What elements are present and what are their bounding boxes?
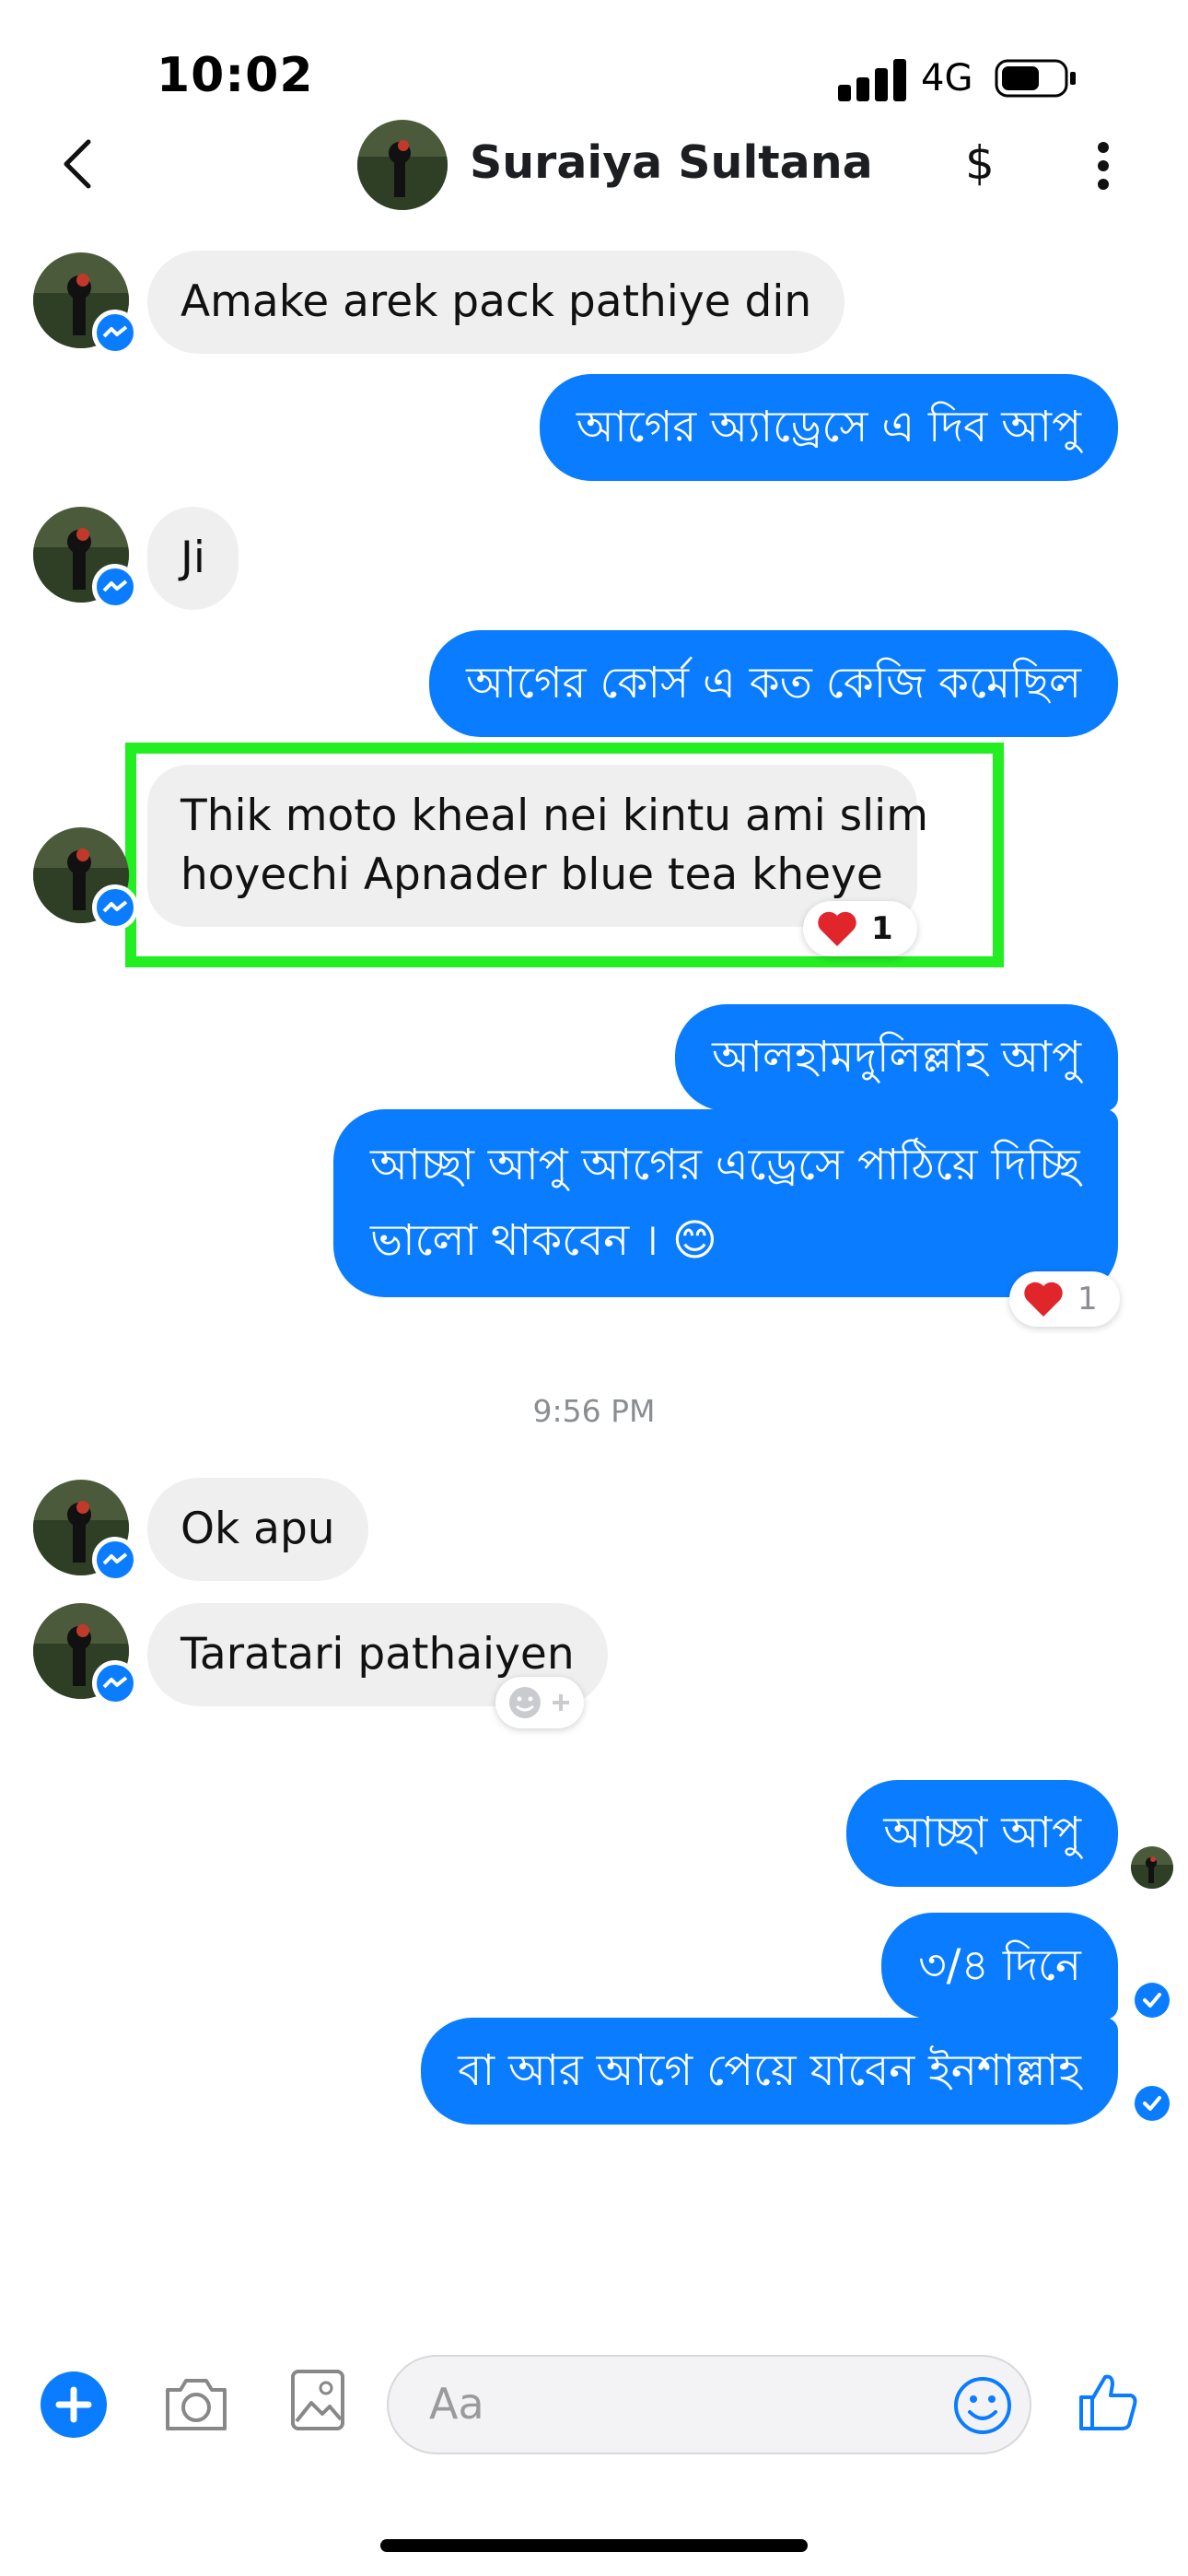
heart-icon: [818, 911, 856, 946]
dollar-icon[interactable]: $: [965, 136, 995, 190]
plus-button[interactable]: [41, 2371, 107, 2438]
message-line: hoyechi Apnader blue tea kheye: [181, 849, 883, 900]
message-bubble-incoming[interactable]: Thik moto kheal nei kintu ami slim hoyec…: [147, 765, 928, 927]
timestamp: 9:56 PM: [532, 1393, 656, 1429]
message-line: ভালো থাকবেন । 😊: [370, 1215, 717, 1266]
reaction-count: 1: [1077, 1281, 1098, 1317]
message-line: আচ্ছা আপু আগের এড্রেসে পাঠিয়ে দিচ্ছি: [370, 1140, 1080, 1190]
plus-icon: [55, 2386, 92, 2423]
add-reaction-button[interactable]: [495, 1677, 584, 1728]
message-bubble-incoming[interactable]: Amake arek pack pathiye din: [147, 251, 845, 354]
home-indicator: [380, 2539, 808, 2552]
message-bubble-outgoing[interactable]: ৩/৪ দিনে: [881, 1913, 1118, 2020]
reaction-pill[interactable]: 1: [803, 901, 917, 956]
contact-avatar[interactable]: [357, 120, 448, 210]
network-label: 4G: [921, 57, 973, 100]
message-bubble-outgoing[interactable]: আগের কোর্স এ কত কেজি কমেছিল: [429, 630, 1118, 737]
reaction-pill[interactable]: 1: [1009, 1271, 1120, 1327]
battery-icon: [995, 59, 1076, 98]
message-bubble-outgoing[interactable]: আলহামদুলিল্লাহ আপু: [675, 1004, 1118, 1111]
message-input-placeholder: Aa: [429, 2379, 484, 2429]
message-input[interactable]: Aa: [387, 2355, 1031, 2454]
messenger-badge-icon: [92, 310, 138, 356]
messenger-badge-icon: [92, 1537, 138, 1583]
messenger-badge-icon: [92, 564, 138, 610]
heart-icon: [1024, 1282, 1063, 1317]
messenger-badge-icon: [92, 1660, 138, 1706]
gallery-icon[interactable]: [289, 2368, 346, 2432]
reaction-count: 1: [871, 910, 893, 947]
signal-icon: [838, 59, 906, 101]
message-bubble-outgoing[interactable]: বা আর আগে পেয়ে যাবেন ইনশাল্লাহ: [421, 2018, 1118, 2125]
emoji-icon[interactable]: [952, 2375, 1013, 2436]
message-line: Thik moto kheal nei kintu ami slim: [181, 790, 928, 841]
camera-icon[interactable]: [162, 2373, 230, 2434]
message-bubble-outgoing[interactable]: আচ্ছা আপু আগের এড্রেসে পাঠিয়ে দিচ্ছি ভা…: [333, 1109, 1118, 1297]
status-time: 10:02: [157, 48, 314, 103]
add-reaction-icon: [509, 1687, 569, 1718]
check-icon: [1135, 2086, 1170, 2121]
message-bubble-outgoing[interactable]: আগের অ্যাড্রেসে এ দিব আপু: [539, 374, 1118, 481]
read-receipt-avatar: [1131, 1846, 1173, 1889]
message-bubble-incoming[interactable]: Ji: [147, 507, 239, 610]
message-bubble-outgoing[interactable]: আচ্ছা আপু: [846, 1780, 1118, 1887]
more-vertical-icon[interactable]: [1092, 140, 1114, 192]
check-icon: [1135, 1983, 1170, 2018]
back-chevron-icon[interactable]: [55, 136, 101, 192]
thumbs-up-icon[interactable]: [1076, 2370, 1140, 2434]
contact-name[interactable]: Suraiya Sultana: [470, 136, 873, 189]
message-bubble-incoming[interactable]: Ok apu: [147, 1478, 368, 1581]
messenger-badge-icon: [92, 884, 138, 931]
